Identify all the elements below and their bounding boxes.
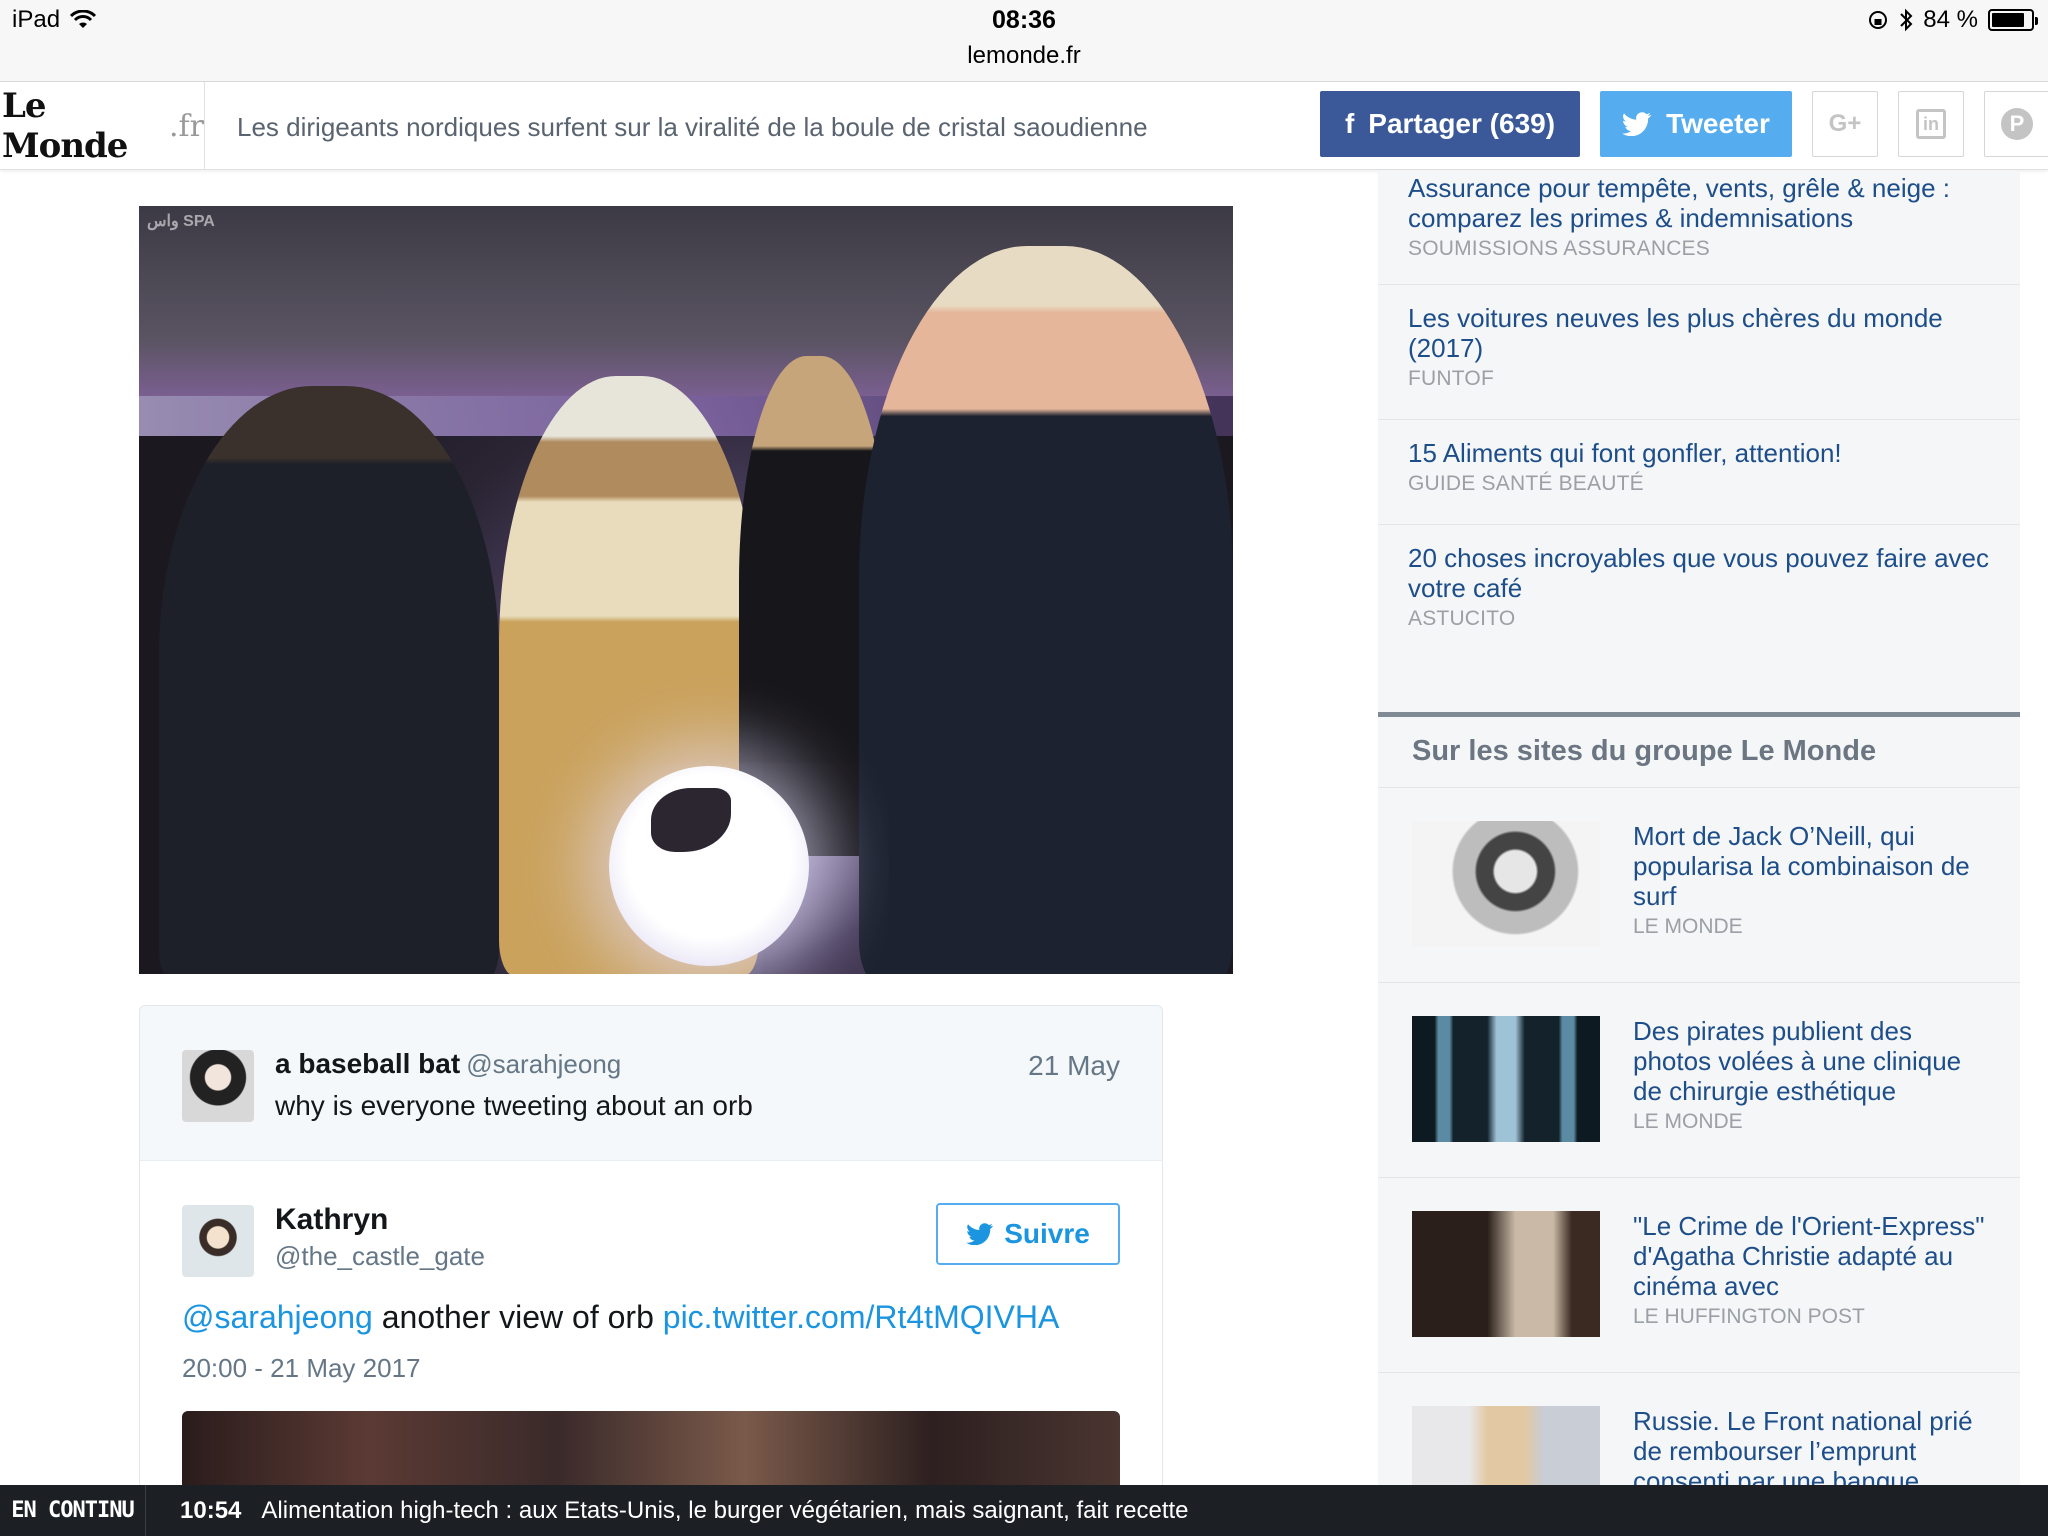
- news-item[interactable]: Russie. Le Front national prié de rembou…: [1378, 1373, 2020, 1485]
- sponsored-source: ASTUCITO: [1408, 607, 1516, 630]
- google-plus-share-button[interactable]: G+: [1812, 91, 1878, 157]
- news-title[interactable]: Russie. Le Front national prié de rembou…: [1633, 1406, 1993, 1485]
- article-photo[interactable]: واس SPA: [139, 206, 1233, 974]
- le-monde-logo[interactable]: Le Monde .fr: [0, 82, 205, 170]
- sponsored-source: GUIDE SANTÉ BEAUTÉ: [1408, 472, 1644, 495]
- logo-text: Le Monde: [2, 86, 128, 166]
- photo-figure-left: [159, 386, 499, 974]
- status-bar: iPad 08:36 lemonde.fr 84 %: [0, 0, 2048, 82]
- section-divider: [1378, 712, 2020, 717]
- news-title[interactable]: "Le Crime de l'Orient-Express" d'Agatha …: [1633, 1211, 1993, 1301]
- news-title[interactable]: Des pirates publient des photos volées à…: [1633, 1016, 1993, 1106]
- twitter-icon: [966, 1223, 994, 1245]
- tweet-pic-link[interactable]: pic.twitter.com/Rt4tMQIVHA: [663, 1299, 1060, 1335]
- orb-map: [651, 788, 731, 852]
- sponsored-source: FUNTOF: [1408, 367, 1494, 390]
- tweet-body: @sarahjeong another view of orb pic.twit…: [182, 1299, 1059, 1336]
- sponsored-title: Assurance pour tempête, vents, grêle & n…: [1408, 173, 1950, 233]
- embedded-tweet-reply[interactable]: a baseball bat @sarahjeong 21 May why is …: [139, 1005, 1163, 1160]
- clock: 08:36: [992, 6, 1056, 34]
- article-header: Le Monde .fr Les dirigeants nordiques sur…: [0, 82, 2048, 170]
- avatar[interactable]: [182, 1050, 254, 1122]
- twitter-share-label: Tweeter: [1666, 108, 1770, 139]
- sponsored-item[interactable]: Assurance pour tempête, vents, grêle & n…: [1378, 171, 2020, 285]
- facebook-icon: f: [1344, 108, 1355, 139]
- news-text: Mort de Jack O’Neill, qui popularisa la …: [1633, 821, 1993, 939]
- news-thumbnail[interactable]: [1412, 1406, 1600, 1485]
- news-item[interactable]: Des pirates publient des photos volées à…: [1378, 983, 2020, 1178]
- battery-icon: [1988, 9, 2038, 31]
- news-text: "Le Crime de l'Orient-Express" d'Agatha …: [1633, 1211, 1993, 1329]
- header-article-title: Les dirigeants nordiques surfent sur la …: [237, 112, 1148, 142]
- sponsored-source: SOUMISSIONS ASSURANCES: [1408, 237, 1710, 260]
- news-text: Russie. Le Front national prié de rembou…: [1633, 1406, 1993, 1485]
- pinterest-icon: P: [2001, 108, 2033, 140]
- group-sites-heading: Sur les sites du groupe Le Monde: [1412, 735, 1877, 767]
- tweet-author-name[interactable]: Kathryn: [275, 1203, 388, 1237]
- article-main: واس SPA a baseball bat @sarahjeong 21 May…: [0, 171, 1360, 1485]
- news-title[interactable]: Mort de Jack O’Neill, qui popularisa la …: [1633, 821, 1993, 911]
- avatar[interactable]: [182, 1205, 254, 1277]
- google-plus-icon: G+: [1828, 110, 1862, 137]
- tweet-author-name: a baseball bat: [275, 1048, 461, 1079]
- sponsored-item[interactable]: 15 Aliments qui font gonfler, attention!…: [1378, 420, 2020, 525]
- follow-label: Suivre: [1004, 1218, 1090, 1249]
- sponsored-title: 15 Aliments qui font gonfler, attention!: [1408, 438, 1842, 468]
- twitter-share-button[interactable]: Tweeter: [1600, 91, 1792, 157]
- embedded-tweet[interactable]: Kathryn @the_castle_gate Suivre @sarahje…: [139, 1160, 1163, 1485]
- ticker-label: EN CONTINU: [0, 1485, 146, 1536]
- tweet-date[interactable]: 21 May: [1028, 1050, 1120, 1082]
- sponsored-item[interactable]: 20 choses incroyables que vous pouvez fa…: [1378, 525, 2020, 712]
- photo-watermark: واس SPA: [147, 213, 215, 230]
- news-source: LE HUFFINGTON POST: [1633, 1305, 1865, 1328]
- pinterest-share-button[interactable]: P: [1984, 91, 2048, 157]
- news-source: LE MONDE: [1633, 1110, 1743, 1133]
- tweet-author-handle: @sarahjeong: [466, 1049, 622, 1079]
- sponsored-item[interactable]: Les voitures neuves les plus chères du m…: [1378, 285, 2020, 420]
- facebook-share-label: Partager (639): [1368, 108, 1556, 139]
- tweet-body-text: another view of orb: [381, 1299, 654, 1335]
- battery-percent: 84 %: [1923, 6, 1978, 33]
- orientation-lock-icon: [1869, 11, 1888, 29]
- bluetooth-icon: [1900, 8, 1913, 32]
- news-thumbnail[interactable]: [1412, 821, 1600, 947]
- live-news-ticker[interactable]: EN CONTINU 10:54 Alimentation high-tech …: [0, 1485, 2048, 1536]
- news-item[interactable]: "Le Crime de l'Orient-Express" d'Agatha …: [1378, 1178, 2020, 1373]
- tweet-timestamp[interactable]: 20:00 - 21 May 2017: [182, 1353, 421, 1384]
- tweet-media[interactable]: [182, 1411, 1120, 1485]
- tweet-author[interactable]: a baseball bat @sarahjeong: [275, 1048, 621, 1080]
- sponsored-title: 20 choses incroyables que vous pouvez fa…: [1408, 543, 1990, 603]
- tweet-text: why is everyone tweeting about an orb: [275, 1090, 753, 1121]
- news-thumbnail[interactable]: [1412, 1211, 1600, 1337]
- linkedin-share-button[interactable]: in: [1898, 91, 1964, 157]
- facebook-share-button[interactable]: f Partager (639): [1320, 91, 1580, 157]
- twitter-icon: [1622, 112, 1652, 136]
- address-bar[interactable]: lemonde.fr: [0, 42, 2048, 70]
- tweet-author-handle[interactable]: @the_castle_gate: [275, 1241, 485, 1272]
- ticker-headline[interactable]: Alimentation high-tech : aux Etats-Unis,…: [261, 1497, 1188, 1525]
- follow-button[interactable]: Suivre: [936, 1203, 1120, 1265]
- sidebar: Assurance pour tempête, vents, grêle & n…: [1378, 171, 2020, 1485]
- news-text: Des pirates publient des photos volées à…: [1633, 1016, 1993, 1134]
- news-thumbnail[interactable]: [1412, 1016, 1600, 1142]
- glowing-orb: [609, 766, 809, 966]
- tweet-mention-link[interactable]: @sarahjeong: [182, 1299, 373, 1335]
- photo-figure-right: [859, 246, 1233, 974]
- status-right: 84 %: [1867, 6, 2038, 34]
- sponsored-title: Les voitures neuves les plus chères du m…: [1408, 303, 1943, 363]
- news-source: LE MONDE: [1633, 915, 1743, 938]
- ticker-time: 10:54: [180, 1496, 242, 1524]
- logo-suffix: .fr: [169, 108, 204, 144]
- news-item[interactable]: Mort de Jack O’Neill, qui popularisa la …: [1378, 788, 2020, 983]
- linkedin-icon: in: [1916, 109, 1946, 139]
